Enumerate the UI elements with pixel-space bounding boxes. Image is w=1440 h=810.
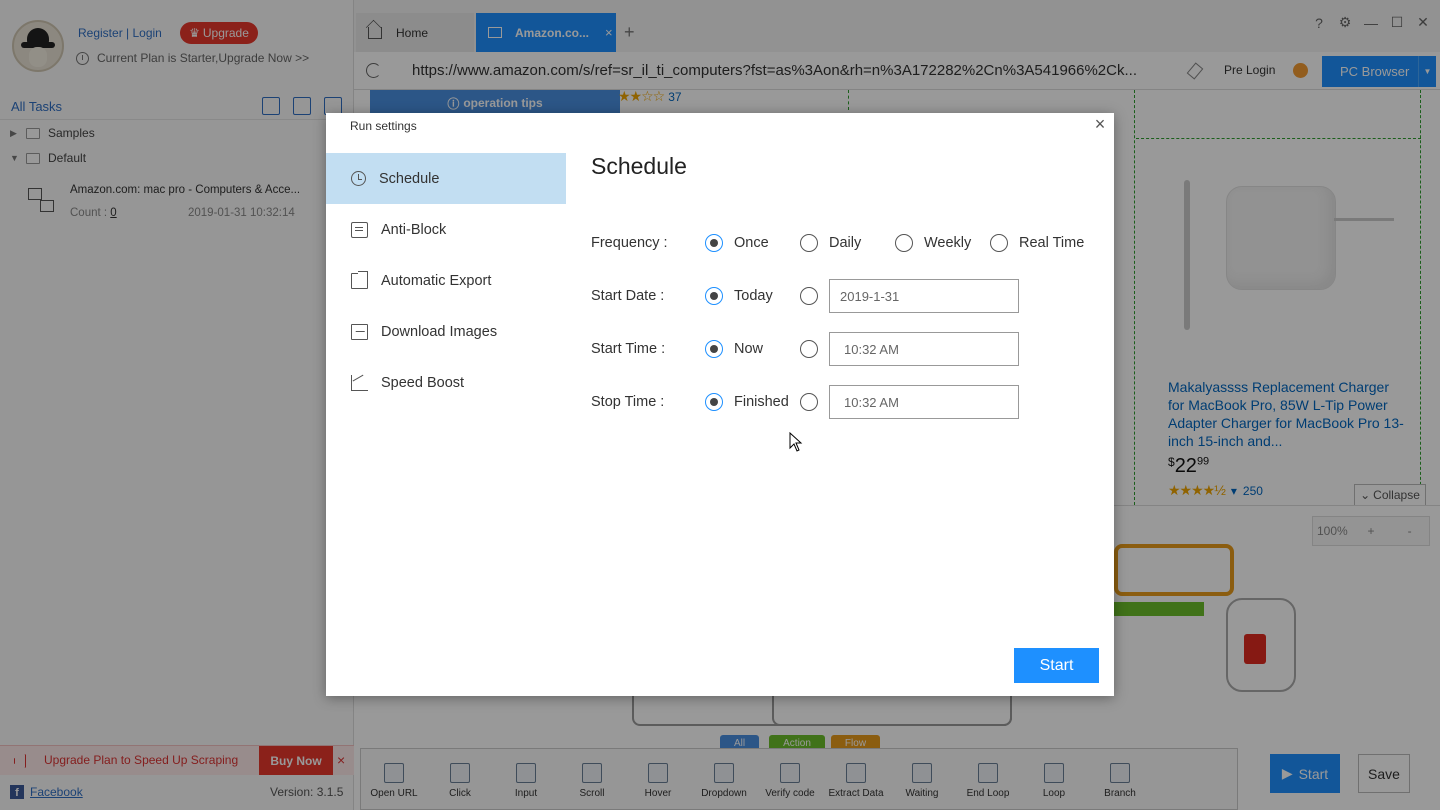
nav-automatic-export[interactable]: Automatic Export — [326, 255, 566, 306]
radio-today[interactable] — [705, 287, 723, 305]
alarm-icon — [351, 171, 366, 186]
start-button[interactable]: Start — [1014, 648, 1099, 683]
start-date-today-option[interactable]: Today — [705, 287, 800, 305]
dialog-title: Run settings — [350, 119, 417, 133]
stop-time-input[interactable]: 10:32 AM — [829, 385, 1019, 419]
frequency-row: Frequency : Once Daily Weekly Real Time — [591, 226, 1084, 260]
radio-custom-stop-time[interactable] — [800, 393, 818, 411]
radio-once[interactable] — [705, 234, 723, 252]
radio-real-time[interactable] — [990, 234, 1008, 252]
start-date-input[interactable]: 2019-1-31 — [829, 279, 1019, 313]
start-time-now-option[interactable]: Now — [705, 340, 800, 358]
radio-finished[interactable] — [705, 393, 723, 411]
mouse-cursor-icon — [789, 432, 803, 452]
nav-download-images[interactable]: Download Images — [326, 306, 566, 357]
run-settings-dialog: Run settings × Schedule Anti-Block Autom… — [326, 113, 1114, 696]
start-date-label: Start Date : — [591, 288, 665, 304]
stop-time-finished-option[interactable]: Finished — [705, 393, 800, 411]
stop-time-label: Stop Time : — [591, 394, 665, 410]
image-icon — [351, 323, 368, 340]
frequency-realtime-option[interactable]: Real Time — [990, 234, 1084, 252]
frequency-daily-option[interactable]: Daily — [800, 234, 895, 252]
start-time-label: Start Time : — [591, 341, 666, 357]
section-title: Schedule — [591, 153, 687, 179]
export-icon — [351, 270, 368, 289]
nav-anti-block[interactable]: Anti-Block — [326, 204, 566, 255]
settings-nav: Schedule Anti-Block Automatic Export Dow… — [326, 153, 566, 408]
nav-speed-boost[interactable]: Speed Boost — [326, 357, 566, 408]
radio-weekly[interactable] — [895, 234, 913, 252]
radio-custom-date[interactable] — [800, 287, 818, 305]
nav-schedule[interactable]: Schedule — [326, 153, 566, 204]
shield-icon — [351, 221, 368, 238]
speed-icon — [351, 374, 368, 391]
radio-custom-start-time[interactable] — [800, 340, 818, 358]
start-time-input[interactable]: 10:32 AM — [829, 332, 1019, 366]
close-icon[interactable]: × — [1090, 113, 1110, 135]
start-time-row: Start Time : Now 10:32 AM — [591, 332, 1019, 366]
radio-now[interactable] — [705, 340, 723, 358]
radio-daily[interactable] — [800, 234, 818, 252]
frequency-once-option[interactable]: Once — [705, 234, 800, 252]
stop-time-row: Stop Time : Finished 10:32 AM — [591, 385, 1019, 419]
start-date-row: Start Date : Today 2019-1-31 — [591, 279, 1019, 313]
frequency-weekly-option[interactable]: Weekly — [895, 234, 990, 252]
frequency-label: Frequency : — [591, 235, 668, 251]
